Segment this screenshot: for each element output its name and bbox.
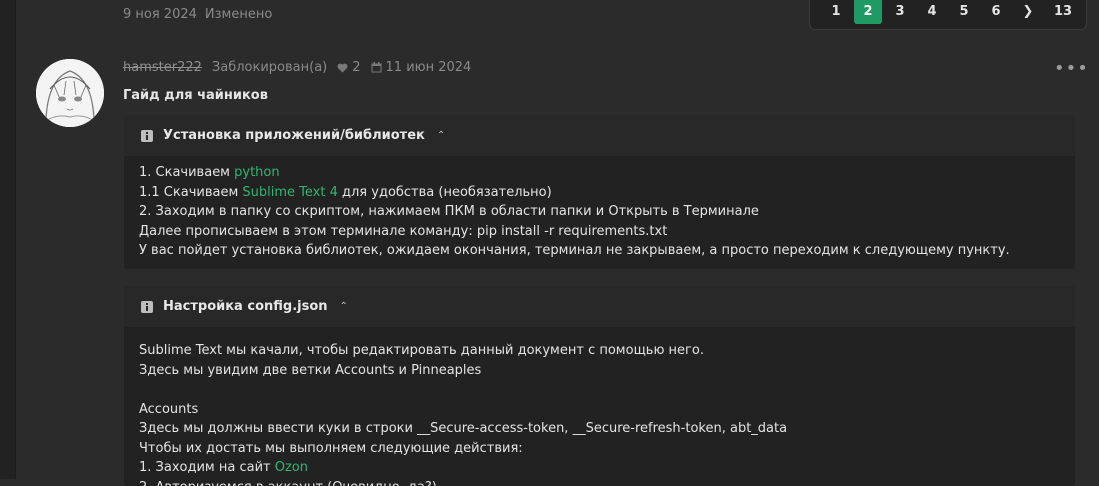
line-text: 1. Скачиваем [139, 165, 234, 180]
line-text: Accounts [139, 402, 198, 417]
spoiler-body: Sublime Text мы качали, чтобы редактиров… [124, 327, 1075, 486]
text-line: У вас пойдет установка библиотек, ожидае… [139, 241, 1060, 261]
text-line: 2. Заходим в папку со скриптом, нажимаем… [139, 202, 1060, 222]
avatar-image [36, 59, 104, 127]
spoiler-title: Установка приложений/библиотек [163, 128, 425, 143]
previous-post-meta: 9 ноя 2024 Изменено [123, 7, 272, 22]
page-button[interactable]: 13 [1046, 0, 1080, 24]
calendar-icon [371, 62, 382, 73]
line-text: 1.1 Скачиваем [139, 185, 242, 200]
line-text-after: для удобства (необязательно) [338, 185, 552, 200]
page-button[interactable]: 6 [982, 0, 1010, 24]
page-button[interactable]: 4 [918, 0, 946, 24]
text-line: Здесь мы увидим две ветки Accounts и Pin… [139, 361, 1060, 381]
edited-label[interactable]: Изменено [205, 7, 272, 22]
spoiler-installation: Установка приложений/библиотек ⌃ 1. Скач… [124, 115, 1075, 269]
text-line: Чтобы их достать мы выполняем следующие … [139, 439, 1060, 459]
likes: 2 [337, 60, 360, 75]
spoiler-header[interactable]: Настройка config.json ⌃ [124, 286, 1075, 327]
spoiler-title: Настройка config.json [163, 299, 328, 314]
chevron-up-icon: ⌃ [437, 130, 445, 141]
line-text: Здесь мы увидим две ветки Accounts и Pin… [139, 363, 481, 378]
page-button[interactable]: 5 [950, 0, 978, 24]
post-meta: hamster222 Заблокирован(а) 2 11 июн 2024 [123, 60, 471, 75]
inline-link[interactable]: Sublime Text 4 [242, 185, 337, 200]
post-date: 11 июн 2024 [371, 60, 472, 75]
text-line: Accounts [139, 400, 1060, 420]
post-title: Гайд для чайников [123, 88, 268, 103]
inline-link[interactable]: Ozon [275, 460, 308, 475]
text-line: Здесь мы должны ввести куки в строки __S… [139, 419, 1060, 439]
text-line: 1. Скачиваем python [139, 163, 1060, 183]
author-username[interactable]: hamster222 [123, 60, 202, 75]
spoiler-body: 1. Скачиваем python1.1 Скачиваем Sublime… [124, 156, 1075, 269]
text-line: Sublime Text мы качали, чтобы редактиров… [139, 341, 1060, 361]
line-text: 2. Заходим в папку со скриптом, нажимаем… [139, 204, 759, 219]
heart-icon [337, 63, 348, 73]
line-text: У вас пойдет установка библиотек, ожидае… [139, 243, 1010, 258]
post-date-text: 11 июн 2024 [386, 60, 472, 75]
spoiler-header[interactable]: Установка приложений/библиотек ⌃ [124, 115, 1075, 156]
previous-post-date: 9 ноя 2024 [123, 7, 197, 22]
pagination: 123456❯13 [809, 0, 1087, 30]
text-line: Далее прописываем в этом терминале коман… [139, 222, 1060, 242]
left-sidebar-strip [0, 0, 16, 479]
line-text: Далее прописываем в этом терминале коман… [139, 224, 667, 239]
page-button[interactable]: 1 [822, 0, 850, 24]
line-text: 2. Авторизуемся в аккаунт (Очевидно, да?… [139, 480, 437, 486]
user-status: Заблокирован(а) [212, 60, 327, 75]
page-button[interactable]: 2 [854, 0, 882, 24]
text-line: 1.1 Скачиваем Sublime Text 4 для удобств… [139, 183, 1060, 203]
info-icon [141, 301, 153, 313]
line-text: Sublime Text мы качали, чтобы редактиров… [139, 343, 704, 358]
line-text: Здесь мы должны ввести куки в строки __S… [139, 421, 787, 436]
next-page-button[interactable]: ❯ [1014, 0, 1042, 24]
spoiler-config: Настройка config.json ⌃ Sublime Text мы … [124, 286, 1075, 486]
likes-count: 2 [352, 60, 360, 75]
more-options-icon[interactable]: ••• [1054, 58, 1089, 79]
chevron-up-icon: ⌃ [340, 301, 348, 312]
page-button[interactable]: 3 [886, 0, 914, 24]
inline-link[interactable]: python [234, 165, 279, 180]
text-line: 1. Заходим на сайт Ozon [139, 458, 1060, 478]
avatar[interactable] [36, 59, 104, 127]
text-line [139, 380, 1060, 400]
info-icon [141, 130, 153, 142]
line-text: 1. Заходим на сайт [139, 460, 275, 475]
line-text: Чтобы их достать мы выполняем следующие … [139, 441, 523, 456]
